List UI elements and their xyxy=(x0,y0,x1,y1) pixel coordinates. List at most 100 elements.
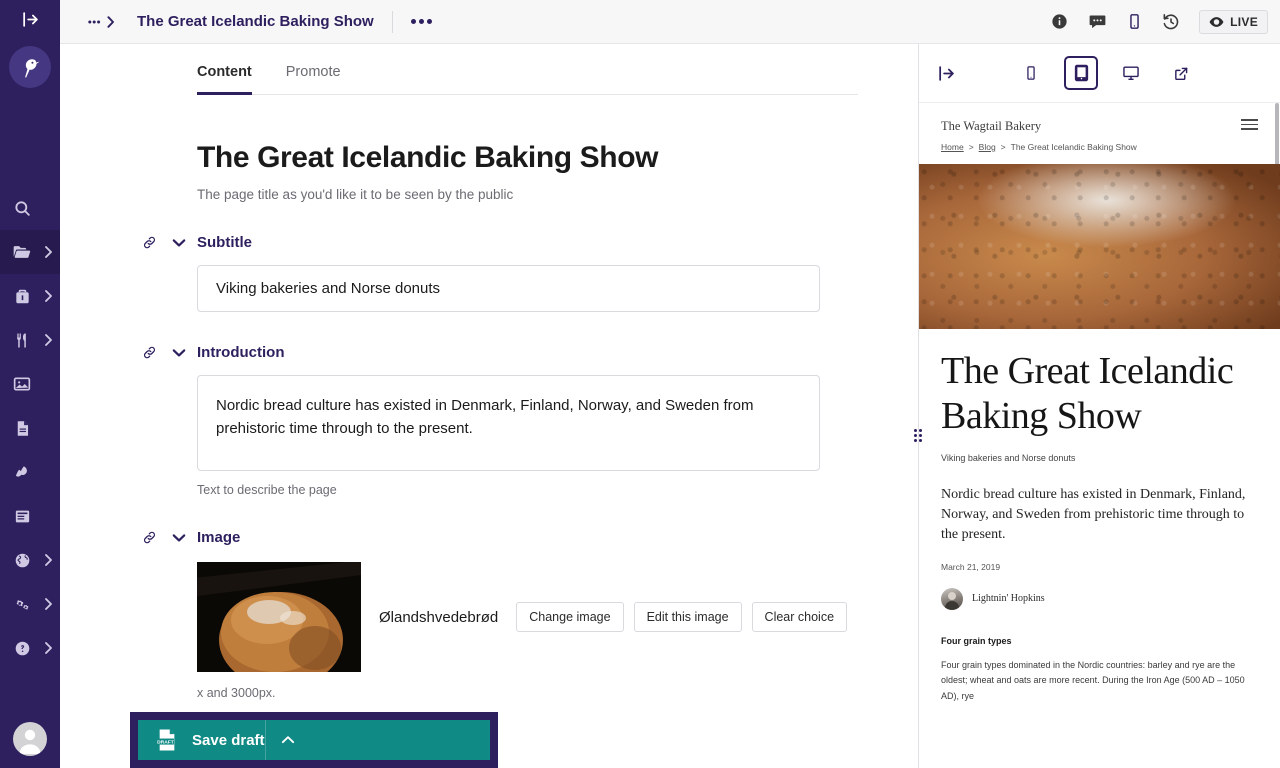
preview-hero-image xyxy=(919,164,1280,329)
sidebar-item-pages[interactable] xyxy=(0,230,60,274)
page-title-breadcrumb: The Great Icelandic Baking Show xyxy=(137,13,374,30)
field-header: Image xyxy=(137,529,858,546)
breadcrumb-current: The Great Icelandic Baking Show xyxy=(1010,142,1137,152)
author-avatar xyxy=(941,587,963,610)
tab-content[interactable]: Content xyxy=(197,64,252,95)
sidebar-item-snippets[interactable] xyxy=(0,450,60,494)
save-footer: DRAFT Save draft xyxy=(130,712,498,768)
preview-article: The Great Icelandic Baking Show Viking b… xyxy=(919,329,1280,705)
field-header: Introduction xyxy=(137,344,858,361)
folder-icon xyxy=(0,242,44,262)
topbar-divider xyxy=(391,10,393,33)
bird-glyph xyxy=(25,59,40,78)
draft-icon: DRAFT xyxy=(156,728,178,752)
page-title-help: The page title as you'd like it to be se… xyxy=(197,187,514,202)
live-status-button[interactable]: LIVE xyxy=(1199,9,1268,34)
anchor-link-icon[interactable] xyxy=(137,530,161,545)
sidebar-collapse-toggle[interactable] xyxy=(0,0,60,44)
save-draft-button[interactable]: DRAFT Save draft xyxy=(138,720,490,760)
preview-tablet-button[interactable] xyxy=(1064,56,1098,90)
sidebar-item-help[interactable] xyxy=(0,626,60,670)
edit-this-image-button[interactable]: Edit this image xyxy=(633,602,742,632)
introduction-textarea[interactable] xyxy=(197,375,820,471)
top-bar: The Great Icelandic Baking Show LIVE xyxy=(60,0,1280,44)
avatar-glyph xyxy=(19,729,41,754)
edit-form: The Great Icelandic Baking Show The page… xyxy=(60,141,918,700)
breadcrumb-home[interactable]: Home xyxy=(941,142,964,152)
breadcrumb-expand[interactable] xyxy=(88,15,115,28)
chevron-right-icon xyxy=(107,15,114,28)
sidebar-item-documents[interactable] xyxy=(0,406,60,450)
info-icon[interactable] xyxy=(1050,12,1069,31)
sidebar-item-breads[interactable] xyxy=(0,318,60,362)
field-header: Subtitle xyxy=(137,234,858,251)
preview-heading: The Great Icelandic Baking Show xyxy=(941,350,1234,437)
document-icon xyxy=(0,419,44,438)
chevron-right-icon xyxy=(44,598,53,611)
breadcrumb-blog[interactable]: Blog xyxy=(979,142,996,152)
wagtail-bird-logo[interactable] xyxy=(9,46,51,88)
introduction-help: Text to describe the page xyxy=(197,483,337,497)
field-label-image: Image xyxy=(197,529,241,546)
editor-preview-split: Content Promote The Great Icelandic Baki… xyxy=(60,44,1280,768)
anchor-link-icon[interactable] xyxy=(137,345,161,360)
image-icon xyxy=(0,374,44,394)
more-actions-button[interactable] xyxy=(410,19,432,24)
svg-text:DRAFT: DRAFT xyxy=(157,739,174,745)
hamburger-icon[interactable] xyxy=(1241,119,1258,130)
cutlery-icon xyxy=(0,331,44,350)
collapse-field-toggle[interactable] xyxy=(161,238,197,248)
collapse-field-toggle[interactable] xyxy=(161,348,197,358)
author-name: Lightnin' Hopkins xyxy=(972,593,1045,605)
preview-intro: Nordic bread culture has existed in Denm… xyxy=(941,486,1246,543)
collapse-field-toggle[interactable] xyxy=(161,533,197,543)
preview-desktop-button[interactable] xyxy=(1114,56,1148,90)
user-avatar[interactable] xyxy=(13,722,47,756)
chevron-right-icon xyxy=(44,334,53,347)
ellipsis-icon xyxy=(88,20,101,24)
preview-device-switcher xyxy=(1014,56,1198,90)
image-thumbnail[interactable] xyxy=(197,562,361,672)
change-image-button[interactable]: Change image xyxy=(516,602,624,632)
field-label-introduction: Introduction xyxy=(197,344,285,361)
briefcase-icon xyxy=(0,287,44,306)
preview-date: March 21, 2019 xyxy=(941,561,1001,572)
preview-panel: The Wagtail Bakery Home > Blog > The Gre… xyxy=(919,44,1280,768)
collapse-preview-icon[interactable] xyxy=(937,64,956,83)
preview-iframe[interactable]: The Wagtail Bakery Home > Blog > The Gre… xyxy=(919,103,1280,768)
preview-section-heading: Four grain types xyxy=(941,635,1012,646)
leaf-icon xyxy=(0,463,44,482)
preview-author: Lightnin' Hopkins xyxy=(941,587,1258,610)
search-icon xyxy=(0,199,44,218)
clear-choice-button[interactable]: Clear choice xyxy=(751,602,848,632)
sidebar-item-search[interactable] xyxy=(0,186,60,230)
minimap-icon[interactable] xyxy=(1126,12,1143,31)
topbar-actions: LIVE xyxy=(1050,9,1268,34)
history-icon[interactable] xyxy=(1161,12,1181,32)
field-introduction: Introduction Text to describe the page xyxy=(143,344,858,497)
preview-mobile-button[interactable] xyxy=(1014,56,1048,90)
chevron-right-icon xyxy=(44,290,53,303)
comments-icon[interactable] xyxy=(1087,11,1108,32)
sidebar-item-images[interactable] xyxy=(0,362,60,406)
editor-pane: Content Promote The Great Icelandic Baki… xyxy=(60,44,918,768)
sidebar-item-bakeries[interactable] xyxy=(0,274,60,318)
chevron-right-icon xyxy=(44,246,53,259)
sidebar-item-forms[interactable] xyxy=(0,494,60,538)
image-name: Ølandshvedebrød xyxy=(379,608,499,626)
dot xyxy=(418,19,424,24)
breadcrumb-separator: > xyxy=(968,142,974,152)
sidebar-item-locales[interactable] xyxy=(0,538,60,582)
image-chooser: Ølandshvedebrød Change image Edit this i… xyxy=(197,562,858,672)
preview-toolbar xyxy=(919,44,1280,103)
tab-promote[interactable]: Promote xyxy=(286,64,341,94)
forms-icon xyxy=(0,507,44,526)
save-options-toggle[interactable] xyxy=(264,720,311,760)
sidebar-item-settings[interactable] xyxy=(0,582,60,626)
page-title: The Great Icelandic Baking Show xyxy=(197,141,659,174)
field-subtitle: Subtitle xyxy=(143,234,858,312)
preview-section-body: Four grain types dominated in the Nordic… xyxy=(941,659,1245,702)
anchor-link-icon[interactable] xyxy=(137,235,161,250)
open-in-new-tab-icon[interactable] xyxy=(1164,56,1198,90)
subtitle-input[interactable] xyxy=(197,265,820,312)
